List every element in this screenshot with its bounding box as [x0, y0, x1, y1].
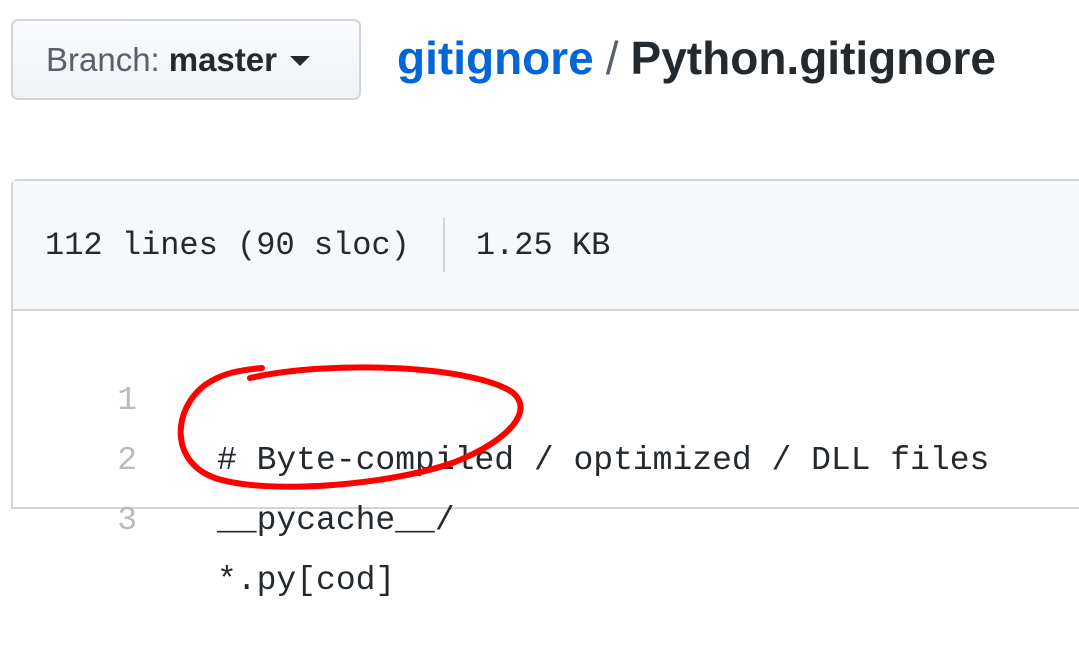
file-viewer: 112 lines (90 sloc) 1.25 KB 1 # Byte-com… — [11, 179, 1079, 599]
line-content: *.py[cod] — [217, 562, 396, 599]
branch-label: Branch: — [46, 40, 160, 78]
line-number[interactable]: 3 — [53, 491, 137, 551]
breadcrumb-separator: / — [605, 32, 619, 84]
repo-link[interactable]: gitignore — [397, 32, 594, 84]
line-count: 112 lines (90 sloc) — [45, 226, 410, 264]
code-line: 1 # Byte-compiled / optimized / DLL file… — [13, 311, 1079, 479]
branch-select-button[interactable]: Branch: master — [11, 19, 361, 100]
file-info-header: 112 lines (90 sloc) 1.25 KB — [13, 181, 1079, 311]
divider — [442, 218, 445, 272]
code-line: 3 *.py[cod] — [13, 431, 1079, 599]
caret-down-icon — [289, 56, 310, 66]
file-name: Python.gitignore — [630, 32, 996, 84]
line-content: __pycache__/ — [217, 502, 455, 539]
file-size: 1.25 KB — [475, 226, 611, 264]
breadcrumb: gitignore / Python.gitignore — [397, 30, 996, 86]
branch-name: master — [168, 40, 277, 78]
code-line: 2 __pycache__/ — [13, 371, 1079, 539]
